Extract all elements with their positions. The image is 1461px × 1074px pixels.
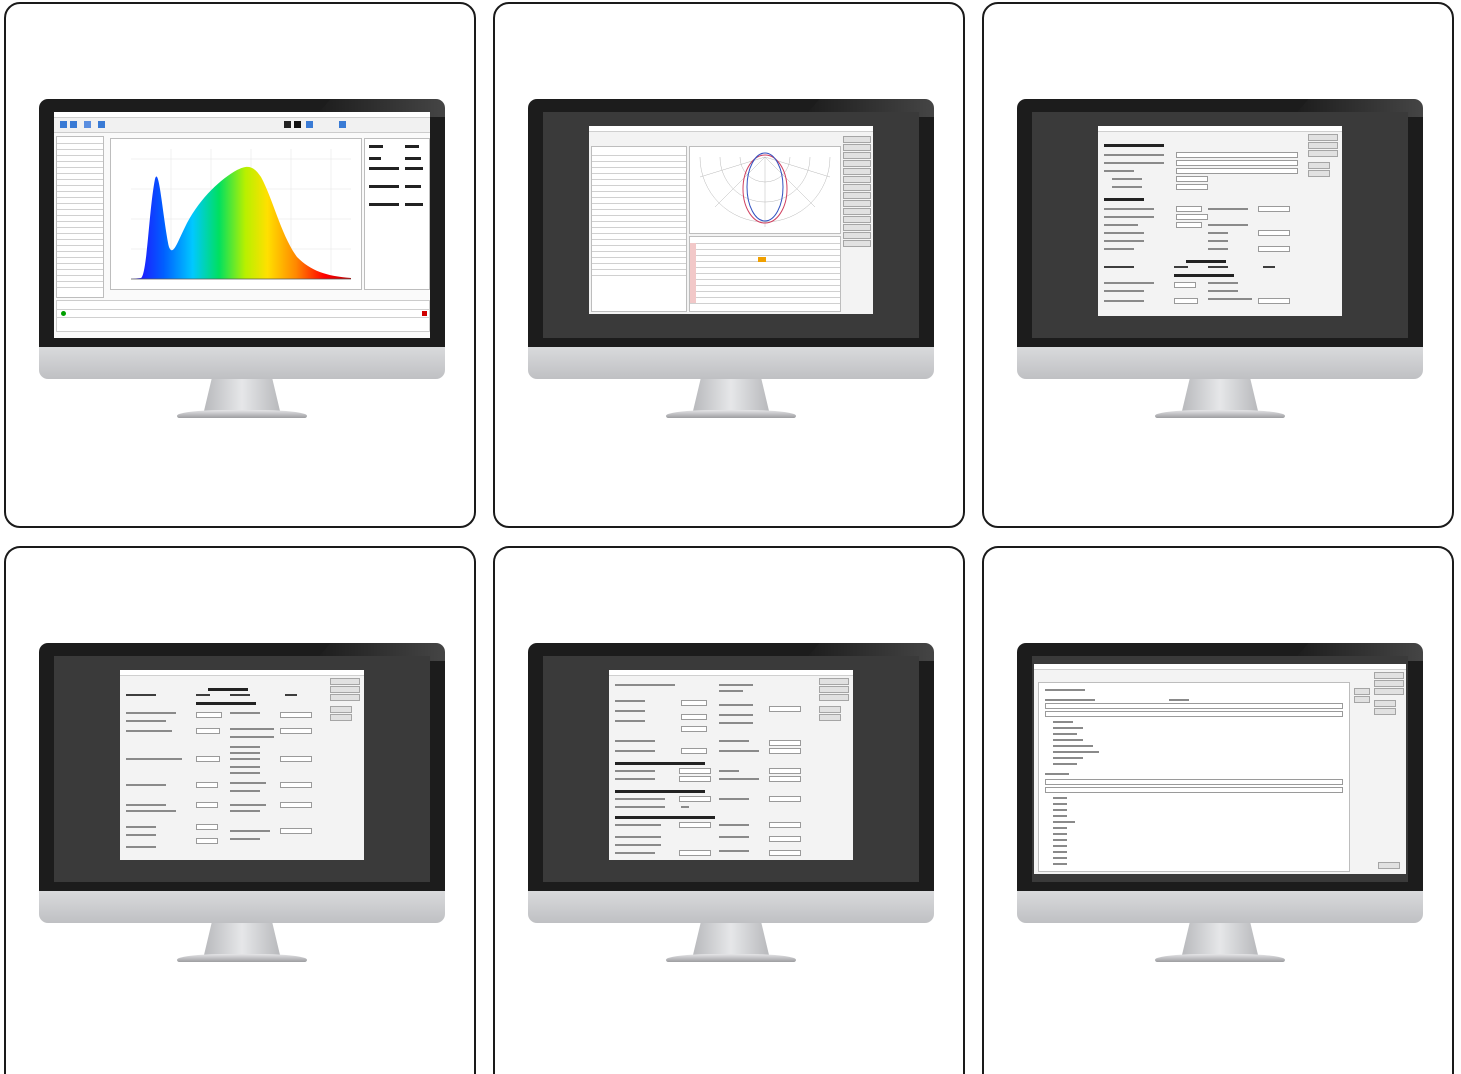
spectrum-plot — [131, 149, 351, 280]
product-sheet-window — [1098, 126, 1342, 316]
information-list-window — [1034, 664, 1406, 874]
monitor-base — [1155, 954, 1285, 962]
monitor-stand — [693, 379, 769, 411]
monitor-chin — [39, 891, 445, 923]
intensity-table — [689, 236, 841, 312]
monitor-chin — [1017, 347, 1423, 379]
screenshot-card-4 — [4, 546, 476, 1074]
monitor-chin — [39, 347, 445, 379]
monitor-stand — [204, 379, 280, 411]
monitor-screen — [54, 656, 430, 882]
monitor-bezel — [528, 99, 934, 347]
monitor-chin — [1017, 891, 1423, 923]
monitor-stand — [1182, 379, 1258, 411]
monitor-screen — [1032, 656, 1408, 882]
status-table — [56, 300, 430, 332]
monitor-bezel — [39, 99, 445, 347]
information-list — [1038, 682, 1350, 872]
monitor-screen — [54, 112, 430, 338]
monitor-base — [666, 410, 796, 418]
monitor-bezel — [528, 643, 934, 891]
toolbar — [54, 118, 430, 133]
directional-parameters-window — [609, 670, 853, 860]
parameter-table — [591, 146, 687, 312]
monitor-screen — [1032, 112, 1408, 338]
side-button-column — [843, 136, 871, 306]
side-button-column — [1308, 134, 1340, 194]
monitor-screen — [543, 112, 919, 338]
monitor-stand — [204, 923, 280, 955]
wavelength-list — [56, 136, 104, 298]
monitor-bezel — [39, 643, 445, 891]
spectrum-curve — [131, 166, 351, 279]
goniometer-window — [589, 126, 873, 314]
monitor-bezel — [1017, 99, 1423, 347]
spectrum-app-window — [54, 112, 430, 338]
monitor-bezel — [1017, 643, 1423, 891]
spectrum-chart — [110, 138, 362, 290]
product-parameters-window — [120, 670, 364, 860]
results-panel — [364, 138, 430, 290]
monitor-base — [177, 410, 307, 418]
side-button-column — [1354, 672, 1404, 732]
monitor-stand — [1182, 923, 1258, 955]
monitor-base — [666, 954, 796, 962]
monitor-base — [177, 954, 307, 962]
monitor-chin — [528, 347, 934, 379]
side-button-column — [330, 678, 362, 738]
monitor-stand — [693, 923, 769, 955]
monitor-chin — [528, 891, 934, 923]
monitor-base — [1155, 410, 1285, 418]
screenshot-card-1 — [4, 2, 476, 528]
monitor-screen — [543, 656, 919, 882]
polar-diagram — [699, 152, 831, 227]
polar-diagram-panel — [689, 146, 841, 234]
side-button-column — [819, 678, 851, 738]
screenshot-card-3 — [982, 2, 1454, 528]
screenshot-card-6 — [982, 546, 1454, 1074]
screenshot-card-2 — [493, 2, 965, 528]
screenshot-card-5 — [493, 546, 965, 1074]
